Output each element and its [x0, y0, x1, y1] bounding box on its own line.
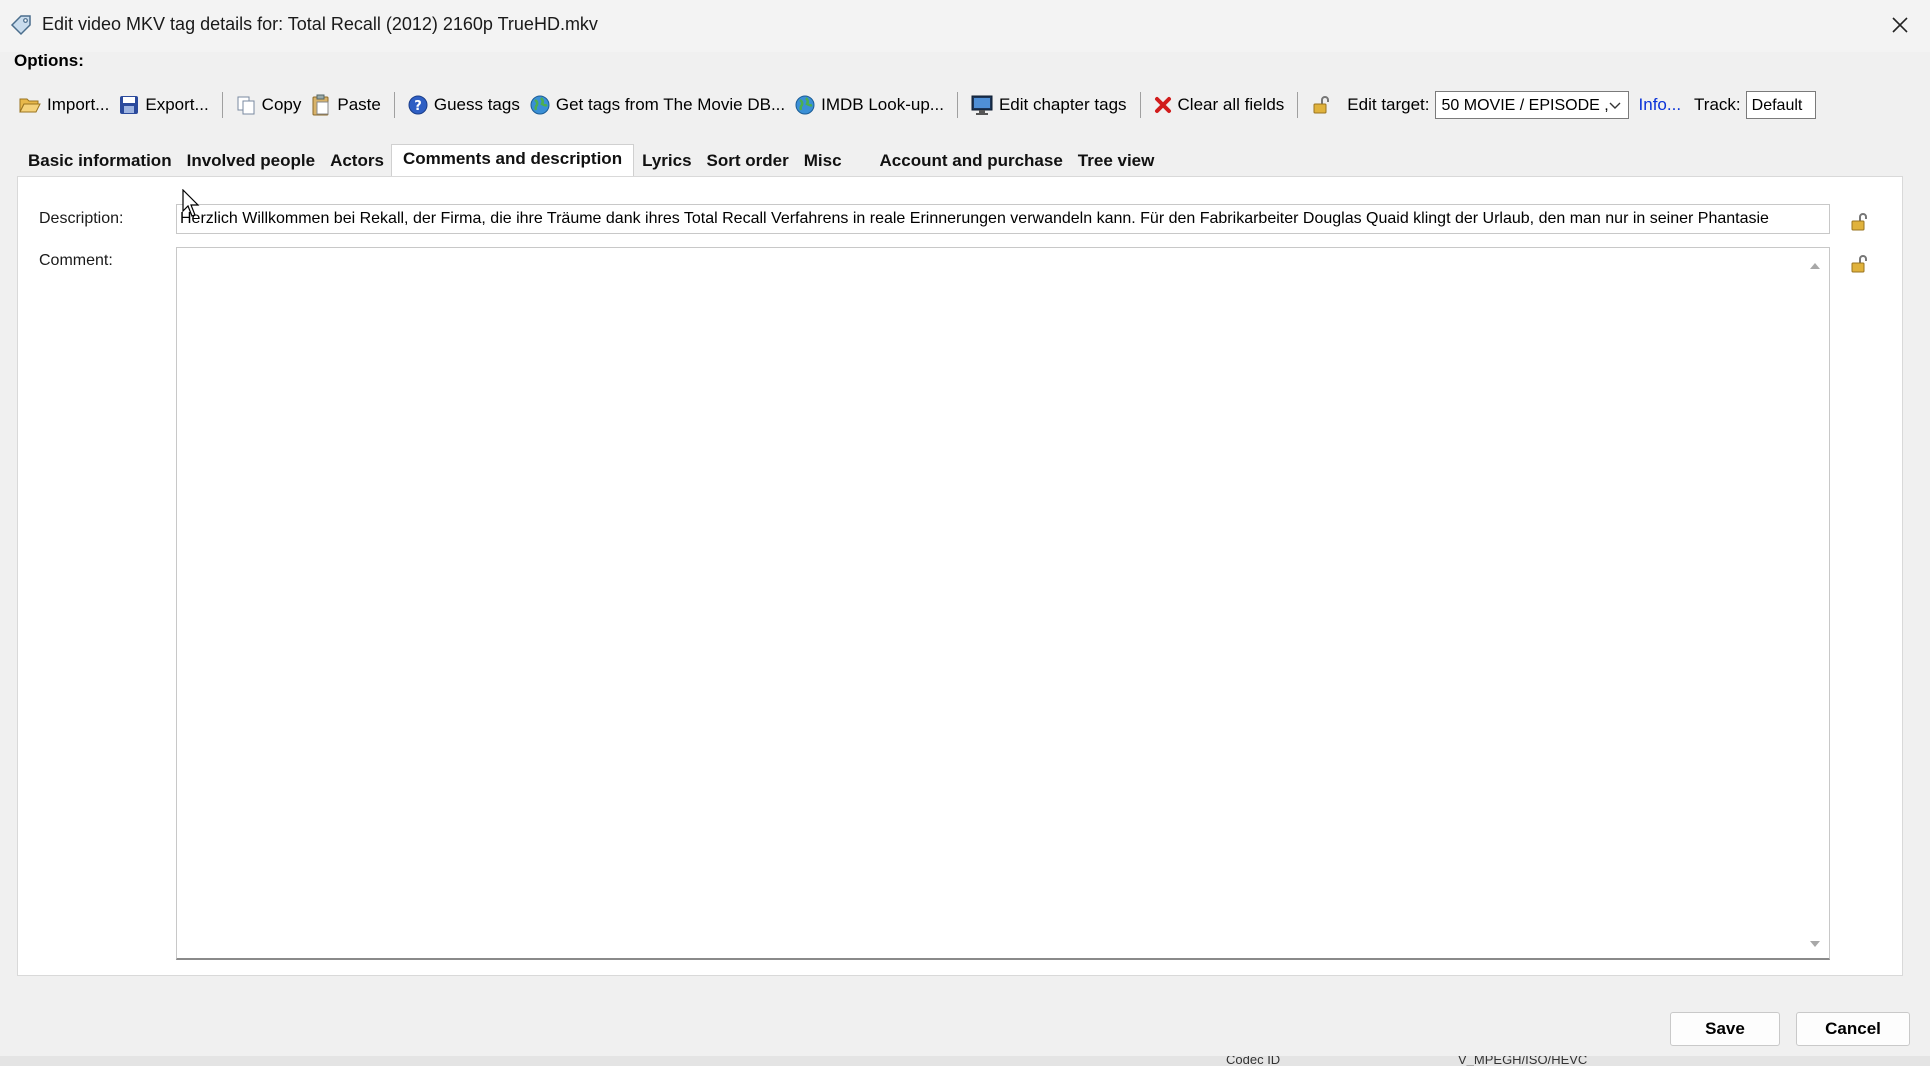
title-bar: Edit video MKV tag details for: Total Re…: [0, 0, 1930, 52]
copy-label: Copy: [261, 95, 302, 114]
chapter-tags-button[interactable]: Edit chapter tags: [966, 88, 1132, 122]
background-window-strip: Codec ID V_MPEGH/ISO/HEVC: [0, 1056, 1930, 1066]
close-icon: [1892, 17, 1908, 33]
toolbar-separator: [393, 92, 395, 118]
tab-comments-and-description[interactable]: Comments and description: [390, 144, 635, 177]
paste-label: Paste: [337, 95, 381, 114]
globe-icon: [795, 95, 815, 115]
scroll-down-arrow-icon[interactable]: [1809, 940, 1821, 950]
tab-account-and-purchase[interactable]: Account and purchase: [872, 145, 1070, 176]
toolbar-separator: [1139, 92, 1141, 118]
description-label: Description:: [39, 210, 124, 227]
tab-basic-information[interactable]: Basic information: [20, 145, 179, 176]
description-value: Herzlich Willkommen bei Rekall, der Firm…: [180, 210, 1769, 227]
lock-toggle-button[interactable]: [1306, 88, 1342, 122]
imdb-button[interactable]: IMDB Look-up...: [790, 88, 949, 122]
lock-open-icon[interactable]: [1849, 254, 1869, 274]
clear-fields-button[interactable]: Clear all fields: [1149, 88, 1290, 122]
background-codec-value: V_MPEGH/ISO/HEVC: [1458, 1056, 1588, 1066]
guess-tags-button[interactable]: ? Guess tags: [403, 88, 525, 122]
window-title: Edit video MKV tag details for: Total Re…: [42, 14, 598, 34]
moviedb-button[interactable]: Get tags from The Movie DB...: [525, 88, 790, 122]
copy-icon: [237, 96, 255, 115]
mouse-cursor-icon: [182, 189, 200, 217]
comment-textarea[interactable]: [176, 247, 1830, 960]
toolbar-separator: [956, 92, 958, 118]
options-label: Options:: [14, 51, 84, 70]
scroll-up-arrow-icon[interactable]: [1809, 260, 1821, 270]
tab-actors[interactable]: Actors: [322, 145, 391, 176]
edit-target-label: Edit target:: [1347, 95, 1430, 114]
paste-button[interactable]: Paste: [306, 88, 385, 122]
clear-fields-label: Clear all fields: [1177, 95, 1285, 114]
imdb-label: IMDB Look-up...: [821, 95, 944, 114]
tab-lyrics[interactable]: Lyrics: [634, 145, 698, 176]
close-button[interactable]: [1870, 0, 1930, 50]
copy-button[interactable]: Copy: [231, 88, 307, 122]
toolbar: Import... Export... Copy Paste ? Guess t…: [14, 88, 1816, 122]
import-button[interactable]: Import...: [14, 88, 114, 122]
background-codec-label: Codec ID: [1226, 1056, 1281, 1066]
lock-open-icon[interactable]: [1849, 212, 1869, 232]
export-label: Export...: [145, 95, 209, 114]
chevron-down-icon: [1609, 102, 1621, 109]
guess-tags-label: Guess tags: [433, 95, 520, 114]
cancel-button[interactable]: Cancel: [1796, 1012, 1910, 1046]
toolbar-separator: [1297, 92, 1299, 118]
comment-scrollbar[interactable]: [1801, 248, 1829, 958]
export-button[interactable]: Export...: [114, 88, 213, 122]
moviedb-label: Get tags from The Movie DB...: [555, 95, 786, 114]
save-disk-icon: [120, 96, 139, 114]
save-button[interactable]: Save: [1670, 1012, 1780, 1046]
tag-editor-dialog: Edit video MKV tag details for: Total Re…: [0, 0, 1930, 1066]
tab-sort-order[interactable]: Sort order: [699, 145, 796, 176]
description-field[interactable]: Herzlich Willkommen bei Rekall, der Firm…: [176, 204, 1830, 234]
chapter-tags-label: Edit chapter tags: [998, 95, 1127, 114]
red-x-icon: [1154, 97, 1171, 113]
tab-tree-view[interactable]: Tree view: [1070, 145, 1162, 176]
folder-open-icon: [19, 98, 41, 113]
comment-label: Comment:: [39, 252, 113, 269]
info-link[interactable]: Info...: [1629, 95, 1690, 115]
monitor-icon: [971, 95, 993, 115]
paste-icon: [312, 94, 329, 116]
track-label: Track:: [1694, 95, 1741, 114]
toolbar-separator: [221, 92, 223, 118]
edit-target-select[interactable]: 50 MOVIE / EPISODE ,: [1434, 91, 1629, 119]
tab-misc[interactable]: Misc: [796, 145, 872, 176]
edit-target-value: 50 MOVIE / EPISODE ,: [1441, 97, 1609, 114]
svg-text:?: ?: [414, 99, 422, 114]
track-value: Default: [1751, 97, 1803, 114]
import-label: Import...: [47, 95, 110, 114]
tag-icon: [10, 15, 31, 36]
help-icon: ?: [408, 95, 428, 115]
globe-icon: [530, 95, 550, 115]
track-select[interactable]: Default: [1745, 91, 1816, 119]
lock-open-icon: [1313, 96, 1330, 114]
tab-involved-people[interactable]: Involved people: [179, 145, 322, 176]
tab-bar: Basic information Involved people Actors…: [20, 144, 1162, 177]
